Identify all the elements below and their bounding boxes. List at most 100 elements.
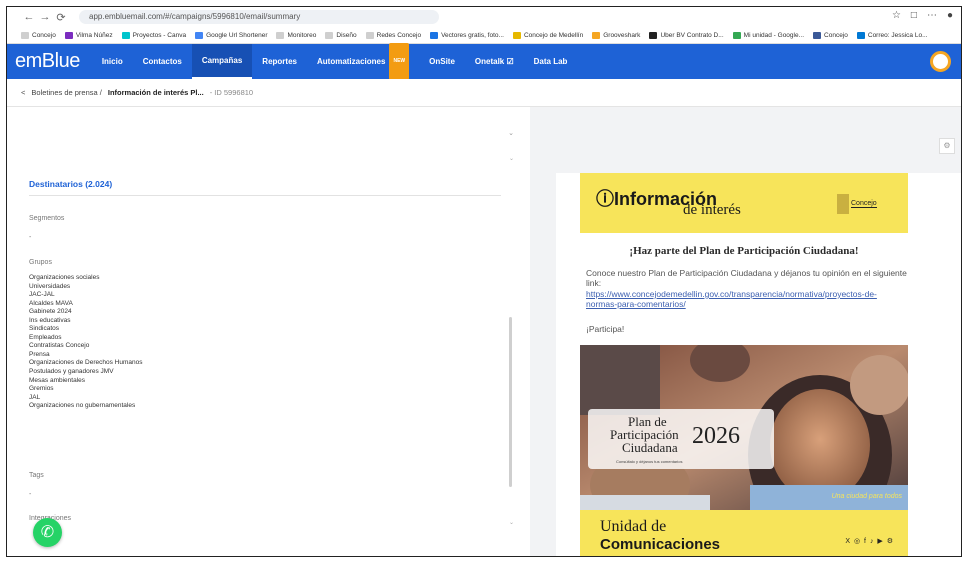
breadcrumb-parent[interactable]: Boletines de prensa / [31,88,101,97]
nav-label: Automatizaciones [316,57,386,66]
profile-icon[interactable]: ● [947,10,953,21]
bookmark-item[interactable]: Uber BV Contrato D... [649,31,724,39]
app-nav: emBlue Inicio Contactos Campañas Reportes Au… [7,43,961,80]
bookmark-item[interactable]: Vilma Núñez [64,31,113,39]
bookmark-item[interactable]: Concejo [813,31,848,39]
nav-item-onetalk[interactable]: Onetalk ☑ [465,44,524,79]
forward-icon[interactable]: → [37,11,53,23]
collapse-icon[interactable]: ⌄ [508,129,514,137]
bookmark-item[interactable]: Google Url Shortener [195,31,267,39]
bookmark-item[interactable]: Redes Concejo [365,31,421,39]
photo-tagline: Una ciudad para todos [831,493,902,500]
bookmark-item[interactable]: Concejo [21,31,56,39]
group-item: Organizaciones sociales [29,274,100,281]
email-canvas: ⓘInformación de interés Concejo ¡Haz par… [556,173,961,556]
bookmark-item[interactable]: Vectores gratis, foto... [430,31,504,39]
group-item: Organizaciones no gubernamentales [29,402,136,410]
bookmark-icon [732,31,741,39]
nav-item-contactos[interactable]: Contactos [133,44,192,79]
bookmark-icon [195,31,204,39]
scrollbar[interactable] [509,317,512,487]
nav-item-onsite[interactable]: OnSite [419,44,465,79]
recipients-title[interactable]: Destinatarios (2.024) [29,179,112,189]
bookmark-icon [276,31,285,39]
bookmark-item[interactable]: Proyectos - Canva [121,31,187,39]
emblue-logo[interactable]: emBlue [15,50,80,73]
reload-icon[interactable]: ⟳ [53,11,69,24]
bookmark-item[interactable]: Monitoreo [276,31,316,39]
plan-subtitle: Consúltalo y déjanos tus comentarios [616,459,683,464]
group-item: Mesas ambientales [29,376,85,384]
segments-value: - [29,234,32,241]
bookmark-item[interactable]: Concejo de Medellín [512,31,584,39]
groups-label: Grupos [29,259,52,266]
footer-line-1: Unidad de [600,518,667,535]
breadcrumb-current: Información de interés Pl... [107,88,204,97]
settings-icon[interactable]: ⚙ [939,138,955,154]
back-icon[interactable]: ← [21,11,37,23]
bookmark-icon [813,31,822,39]
nav-item-inicio[interactable]: Inicio [92,44,133,79]
bookmark-label: Uber BV Contrato D... [660,31,724,39]
tags-label: Tags [29,472,44,479]
bookmark-item[interactable]: Mi unidad - Google... [732,31,804,39]
social-icons[interactable]: X ◎ f ♪ ▶ ⚙ [845,537,894,545]
breadcrumb: < Boletines de prensa / Información de i… [7,79,961,107]
email-preview-panel: ⚙ ⓘInformación de interés Concejo ¡Haz p… [530,107,961,556]
avatar[interactable] [930,51,951,72]
extension-icon[interactable]: □ [911,10,917,21]
group-item: JAC-JAL [29,291,55,299]
back-chevron-icon[interactable]: < [21,88,25,97]
nav-label: Contactos [142,57,182,66]
campaign-id: - ID 5996810 [209,88,254,97]
nav-label: Data Lab [533,57,568,66]
bookmark-label: Concejo [32,31,56,39]
nav-item-data-lab[interactable]: Data Lab [524,44,578,79]
bookmark-label: Vectores gratis, foto... [441,31,504,39]
group-item: Alcaldes MAVA [29,299,73,307]
seal-text: Concejo [851,200,877,208]
email-link[interactable]: https://www.concejodemedellin.gov.co/tra… [586,289,908,309]
bookmark-label: Correo: Jessica Lo... [867,31,928,39]
bookmark-icon [121,31,130,39]
bookmark-item[interactable]: Grooveshark [592,31,641,39]
groups-list: Organizaciones sociales Universidades JAC-… [29,274,142,411]
url-bar: ← → ⟳ app.embluemail.com/#/campaigns/599… [7,7,961,27]
bookmark-icon [325,31,334,39]
email-footer: Unidad de Comunicaciones X ◎ f ♪ ▶ ⚙ [580,510,908,556]
star-icon[interactable]: ☆ [892,10,901,21]
campaign-photo: Plan de Participación Ciudadana 2026 Con… [580,345,908,510]
bookmark-label: Grooveshark [603,31,641,39]
nav-label: Campañas [201,56,243,65]
bookmark-item[interactable]: Correo: Jessica Lo... [856,31,928,39]
bookmark-icon [649,31,658,39]
bookmark-icon [592,31,601,39]
bookmark-label: Vilma Núñez [75,31,113,39]
whatsapp-icon[interactable]: ✆ [33,518,62,547]
group-item: JAL [29,393,41,401]
nav-item-campa-as[interactable]: Campañas [191,44,253,79]
bookmark-item[interactable]: Diseño [325,31,357,39]
group-item: Postulados y ganadores JMV [29,368,114,376]
email-cta: ¡Participa! [586,324,625,334]
address-field[interactable]: app.embluemail.com/#/campaigns/5996810/e… [79,10,439,24]
browser-window: ← → ⟳ app.embluemail.com/#/campaigns/599… [6,6,962,557]
bookmark-label: Proyectos - Canva [132,31,187,39]
nav-item-reportes[interactable]: Reportes [252,44,307,79]
bookmarks-bar: Concejo Vilma Núñez Proyectos - Canva Googl… [7,27,961,44]
tags-value: - [29,491,32,498]
concejo-logo: Concejo [837,194,885,214]
bookmark-label: Concejo de Medellín [523,31,584,39]
nav-label: Onetalk ☑ [474,57,514,66]
nav-label: OnSite [429,57,455,66]
footer-line-2: Comunicaciones [600,536,721,553]
scroll-down-mark: ⌄ [509,520,515,526]
bookmark-icon [512,31,521,39]
nav-label: Reportes [262,57,297,66]
browser-actions: ☆ □ ⋯ ● [892,10,953,21]
bookmark-label: Concejo [824,31,848,39]
segments-label: Segmentos [29,215,65,222]
menu-icon[interactable]: ⋯ [927,10,937,21]
nav-item-automatizaciones[interactable]: Automatizaciones NEW [307,43,419,80]
bookmark-icon [430,31,439,39]
